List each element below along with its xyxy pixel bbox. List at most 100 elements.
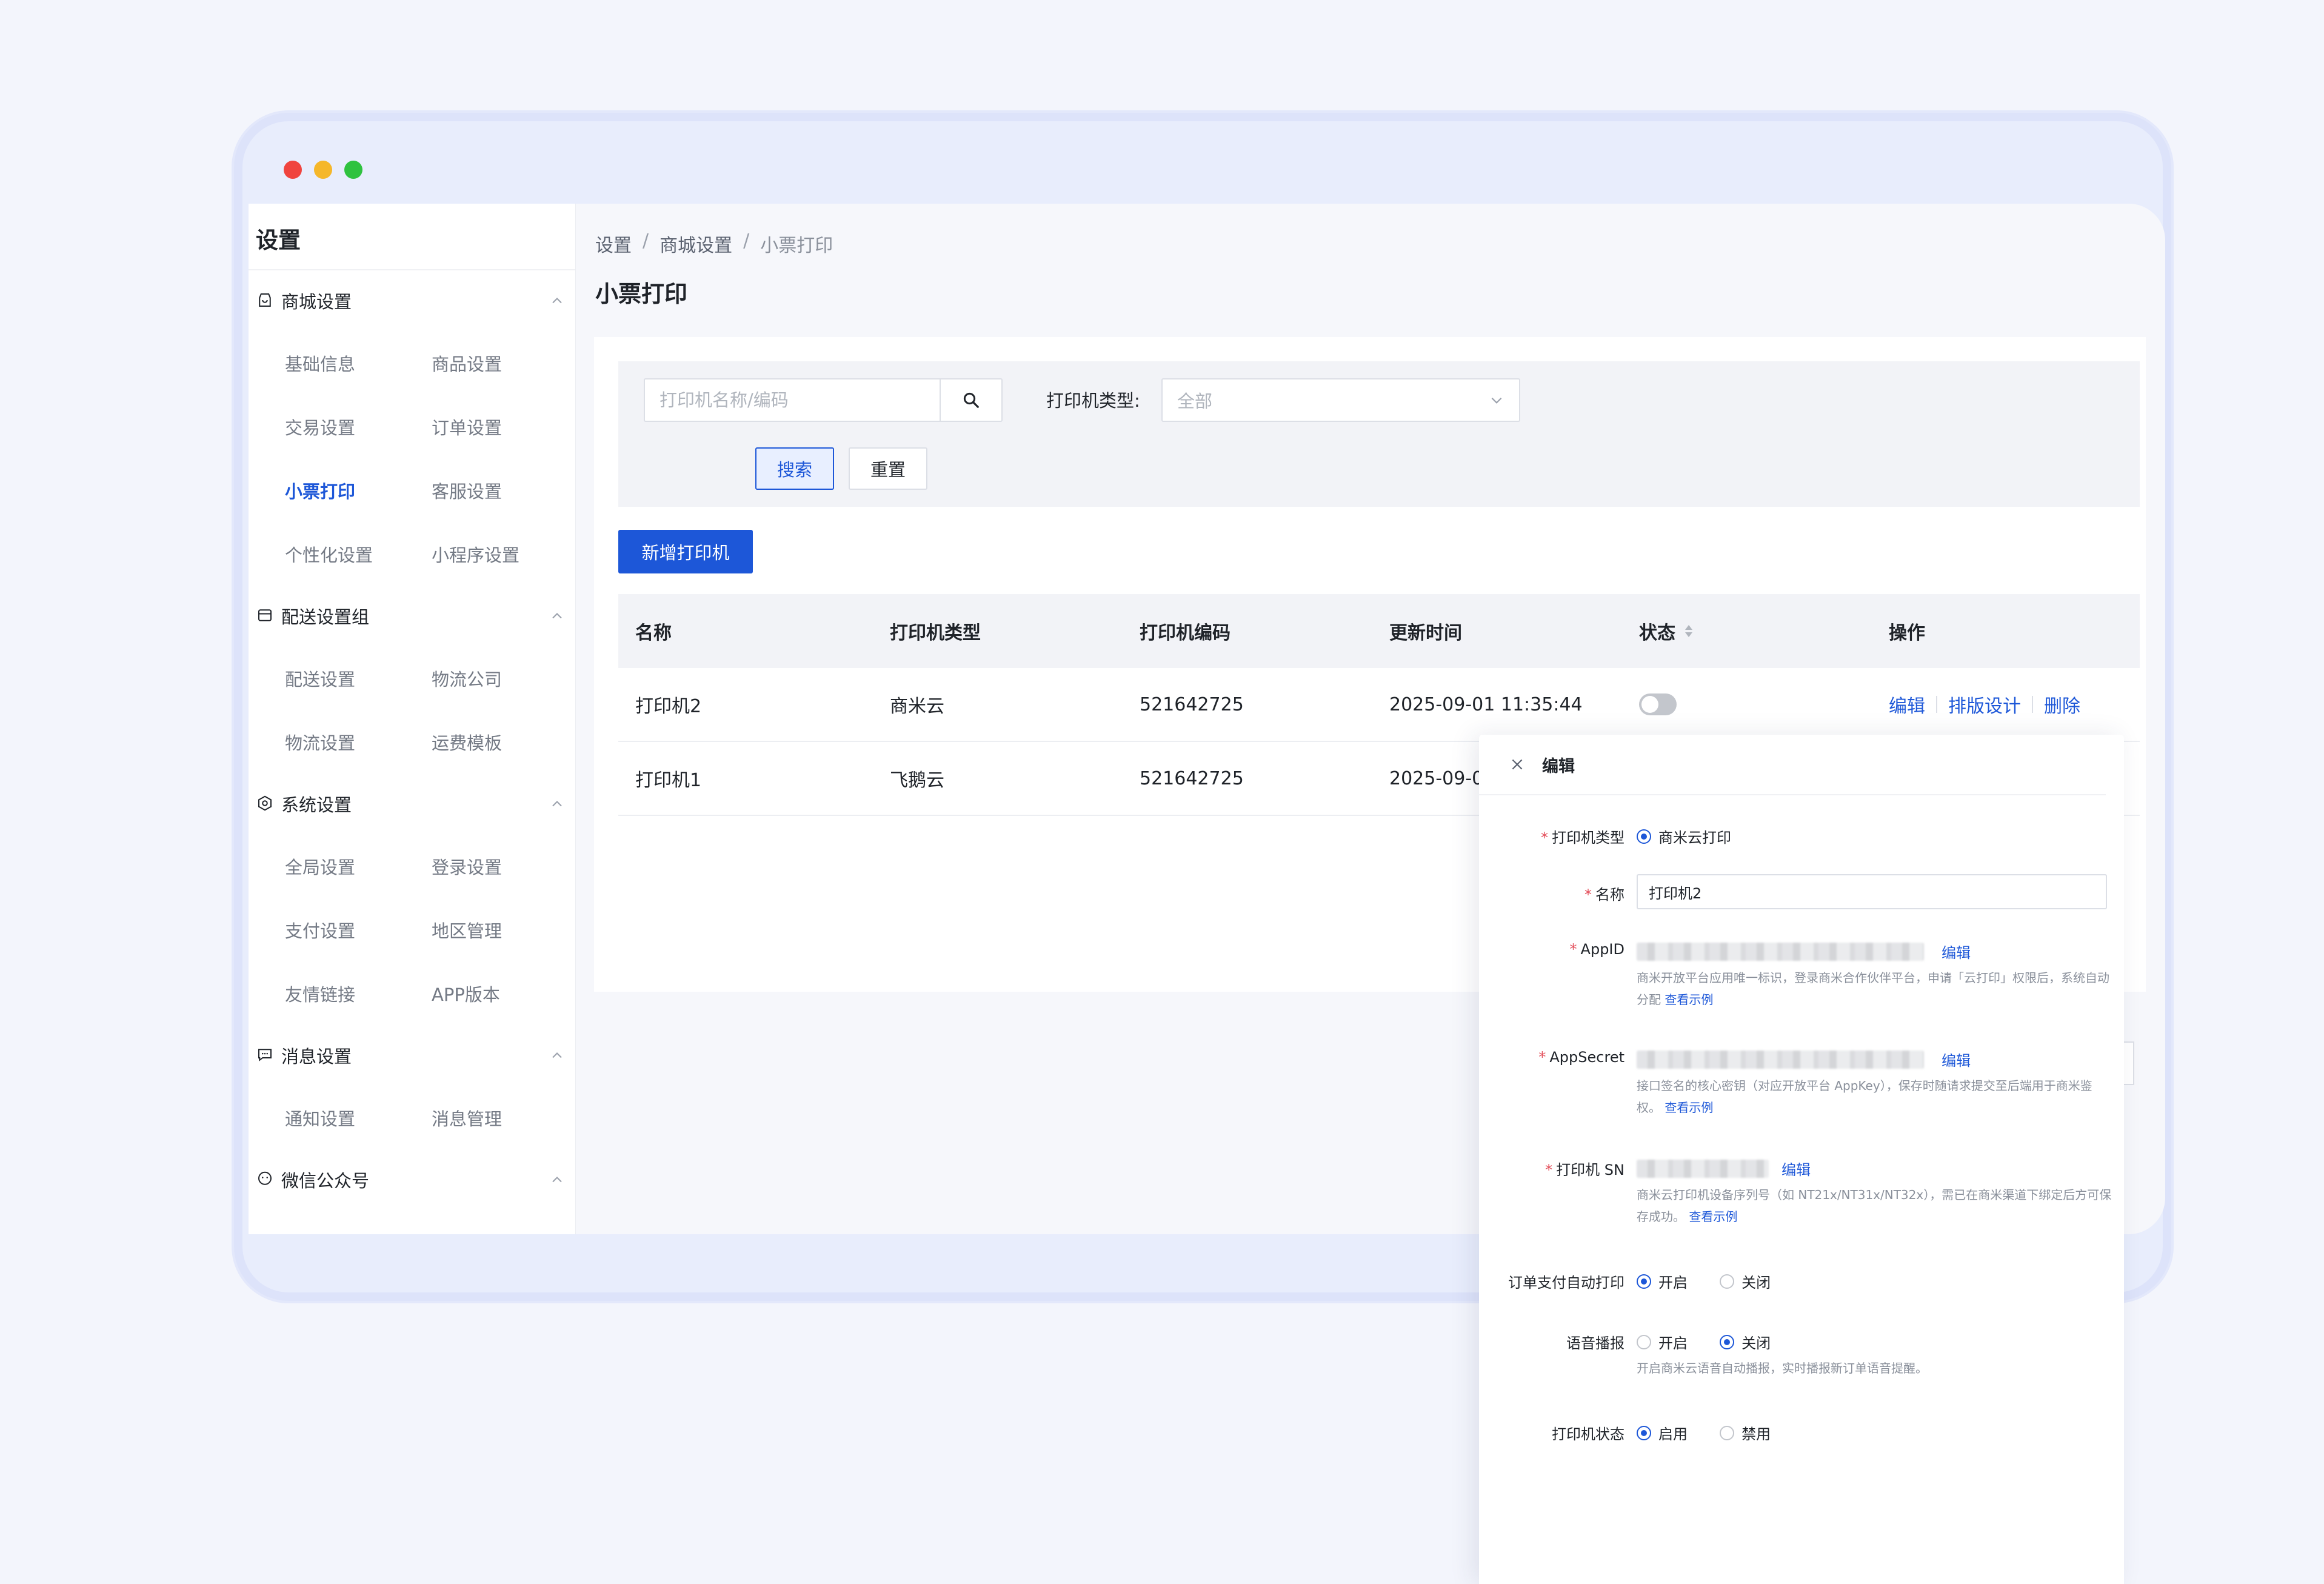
masked-sn-value [1637,1159,1769,1178]
sidebar-item[interactable]: 公众号菜单 [285,1210,432,1235]
appid-example-link[interactable]: 查看示例 [1665,992,1713,1007]
cell-updated: 2025-09-01 11:35:44 [1389,693,1583,715]
search-icon-button[interactable] [940,379,1001,421]
search-button[interactable]: 搜索 [755,447,834,490]
radio-auto-print-on[interactable]: 开启 [1637,1271,1688,1292]
sidebar-title: 设置 [249,204,575,270]
radio-status-disabled[interactable]: 禁用 [1720,1422,1771,1443]
sidebar-group-header[interactable]: 商城设置 [249,270,575,331]
divider [2032,696,2033,713]
sidebar-group-header[interactable]: 配送设置组 [249,586,575,646]
field-label: * 打印机类型 [1541,829,1624,846]
sidebar-item[interactable]: 物流公司 [432,646,578,710]
printer-type-radio-group: 商米云打印 [1637,826,1760,847]
printer-type-value: 全部 [1177,391,1213,412]
col-printer-code: 打印机编码 [1140,623,1230,644]
delete-link[interactable]: 删除 [2044,691,2080,718]
sidebar-group-label: 商城设置 [281,292,352,312]
sn-example-link[interactable]: 查看示例 [1689,1209,1737,1224]
appid-help: 商米开放平台应用唯一标识，登录商米合作伙伴平台，申请「云打印」权限后，系统自动分… [1637,971,2109,1007]
reset-button[interactable]: 重置 [849,447,927,490]
edit-link[interactable]: 编辑 [1889,691,1925,718]
sidebar-item[interactable]: 小程序设置 [432,522,578,586]
sidebar-group-header[interactable]: 消息设置 [249,1025,575,1086]
field-label: * AppSecret [1538,1049,1624,1066]
sidebar-group: 商城设置基础信息 商品设置 交易设置 订单设置 小票打印 客服设置 个性化设置 小程序设置 [249,270,575,586]
sidebar-item[interactable]: 消息管理 [432,1086,578,1149]
sidebar-item[interactable]: 小票打印 [285,458,432,522]
shop-icon [256,291,275,310]
sidebar-item[interactable]: 物流设置 [285,710,432,774]
chevron-up-icon [552,1052,562,1058]
close-icon[interactable] [1509,757,1525,772]
radio-auto-print-off[interactable]: 关闭 [1720,1271,1771,1292]
col-name: 名称 [635,623,672,644]
col-status-label: 状态 [1639,623,1675,644]
chevron-up-icon [552,298,562,304]
radio-status-enabled[interactable]: 启用 [1637,1422,1688,1443]
radio-voice-off[interactable]: 关闭 [1720,1331,1771,1352]
appsecret-control: 编辑 接口签名的核心密钥（对应开放平台 AppKey），保存时随请求提交至后端用… [1637,1049,2115,1118]
sidebar-item[interactable]: 友情链接 [285,961,432,1025]
maximize-window-button[interactable] [344,161,362,179]
col-printer-type: 打印机类型 [890,623,981,644]
minimize-window-button[interactable] [314,161,332,179]
field-label: * AppID [1569,941,1624,958]
page-title: 小票打印 [595,281,688,307]
sidebar-items: 全局设置 登录设置 支付设置 地区管理 友情链接 APP版本 [249,834,575,1025]
sidebar-group-label: 配送设置组 [281,607,370,627]
sidebar-item[interactable]: 支付设置 [285,898,432,961]
sidebar-item[interactable]: 登录设置 [432,834,578,898]
table-row: 打印机2 商米云 521642725 2025-09-01 11:35:44 编… [618,668,2140,742]
sidebar-group: 微信公众号公众号菜单关键字回复 [249,1149,575,1234]
chevron-up-icon [552,1177,562,1183]
cell-name: 打印机1 [635,770,702,791]
sidebar-item[interactable]: 配送设置 [285,646,432,710]
sidebar-item[interactable]: 全局设置 [285,834,432,898]
sidebar-item[interactable]: 地区管理 [432,898,578,961]
name-input[interactable]: 打印机2 [1637,874,2107,909]
field-label: * 名称 [1584,886,1624,903]
search-input[interactable] [645,379,940,421]
appid-edit-link[interactable]: 编辑 [1942,944,1971,961]
window-controls [284,161,362,179]
sidebar-group-header[interactable]: 微信公众号 [249,1149,575,1210]
sidebar-item[interactable]: 个性化设置 [285,522,432,586]
sidebar-item[interactable]: 运费模板 [432,710,578,774]
radio-sunmi-cloud[interactable]: 商米云打印 [1637,826,1731,847]
sidebar-group-header[interactable]: 系统设置 [249,774,575,834]
sidebar-item[interactable]: 通知设置 [285,1086,432,1149]
sn-control: 编辑 商米云打印机设备序列号（如 NT21x/NT31x/NT32x），需已在商… [1637,1158,2115,1228]
sidebar-item[interactable]: 基础信息 [285,331,432,395]
sidebar-item[interactable]: 交易设置 [285,395,432,458]
drawer-header: 编辑 [1479,735,2106,795]
status-toggle[interactable] [1639,693,1677,715]
search-icon [963,392,979,408]
sidebar-items: 配送设置 物流公司 物流设置 运费模板 [249,646,575,774]
masked-appid-value [1637,942,1924,961]
appsecret-example-link[interactable]: 查看示例 [1665,1100,1713,1115]
sidebar-item[interactable]: APP版本 [432,961,578,1025]
layout-design-link[interactable]: 排版设计 [1948,691,2021,718]
sidebar-item[interactable]: 商品设置 [432,331,578,395]
col-status[interactable]: 状态 [1622,618,1872,644]
sidebar-item[interactable]: 客服设置 [432,458,578,522]
breadcrumb-item-shop-settings[interactable]: 商城设置 [659,230,732,257]
breadcrumb-separator: / [643,230,649,252]
sidebar-item[interactable]: 订单设置 [432,395,578,458]
sidebar-item[interactable]: 关键字回复 [432,1210,578,1235]
radio-voice-on[interactable]: 开启 [1637,1331,1688,1352]
col-updated-time: 更新时间 [1389,623,1462,644]
breadcrumb-current: 小票打印 [760,235,833,256]
sidebar-items: 公众号菜单关键字回复 [249,1210,578,1235]
close-window-button[interactable] [284,161,302,179]
add-printer-button[interactable]: 新增打印机 [618,530,753,573]
printer-type-select[interactable]: 全部 [1161,378,1520,422]
breadcrumb-item-settings[interactable]: 设置 [595,230,632,257]
sort-icon[interactable] [1684,624,1694,638]
sn-edit-link[interactable]: 编辑 [1781,1161,1811,1178]
appsecret-help: 接口签名的核心密钥（对应开放平台 AppKey），保存时随请求提交至后端用于商米… [1637,1078,2092,1115]
sidebar-group-label: 消息设置 [281,1046,352,1067]
breadcrumb-separator: / [743,230,750,252]
appsecret-edit-link[interactable]: 编辑 [1942,1052,1971,1069]
